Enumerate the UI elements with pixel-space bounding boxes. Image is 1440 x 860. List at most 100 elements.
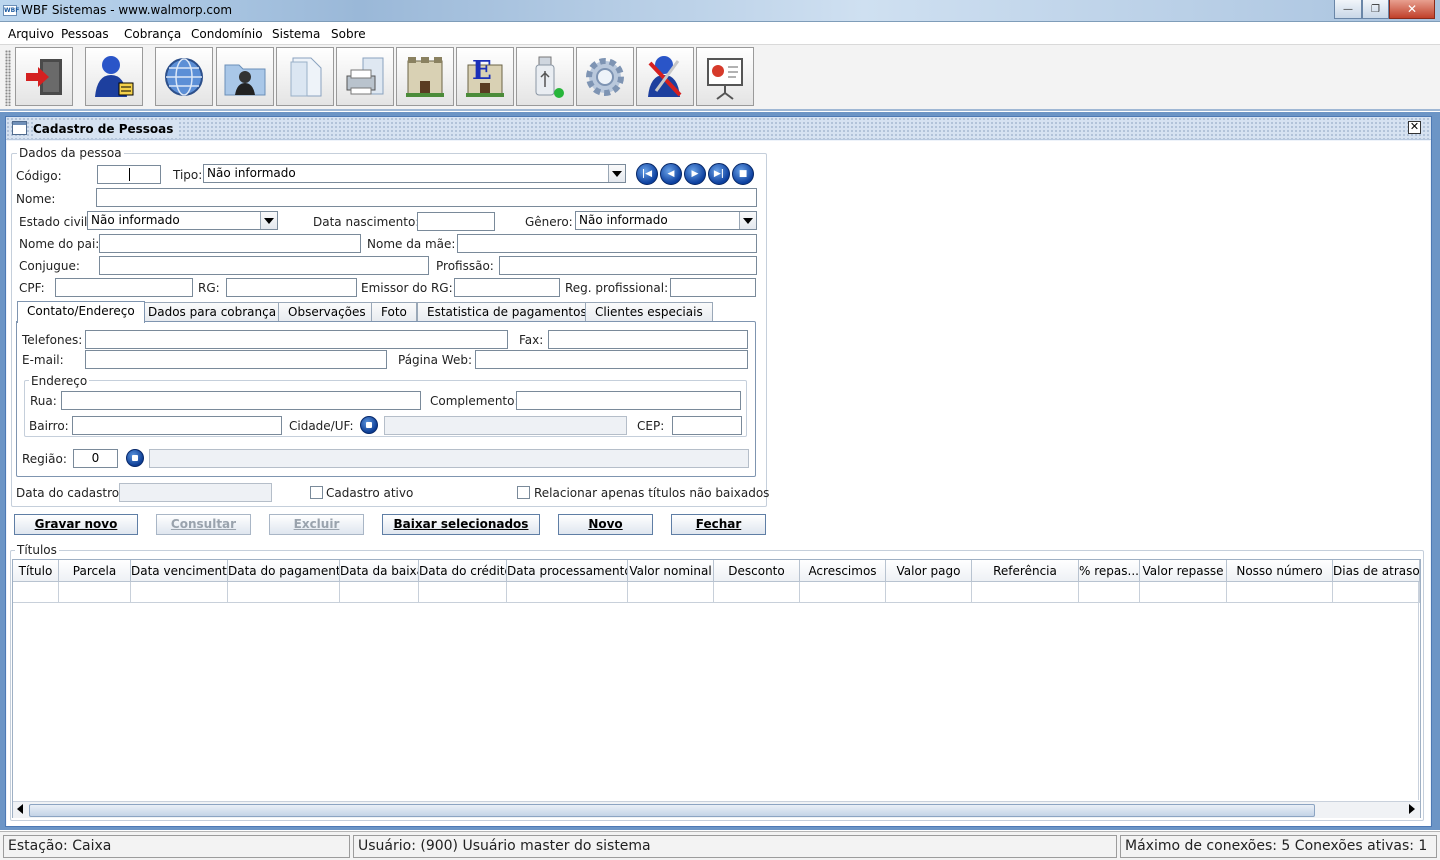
pagina-web-field[interactable] bbox=[475, 350, 748, 369]
telefones-field[interactable] bbox=[85, 330, 508, 349]
gravar-novo-button[interactable]: Gravar novo bbox=[14, 514, 138, 535]
close-window-button[interactable]: ✕ bbox=[1389, 0, 1435, 19]
rua-field[interactable] bbox=[61, 391, 421, 410]
column-header[interactable]: Data vencimento bbox=[131, 560, 228, 582]
table-cell[interactable] bbox=[1333, 582, 1420, 603]
person-folder-button[interactable] bbox=[216, 47, 274, 106]
email-field[interactable] bbox=[85, 350, 387, 369]
exit-button[interactable] bbox=[15, 47, 73, 106]
table-cell[interactable] bbox=[1079, 582, 1140, 603]
bairro-field[interactable] bbox=[72, 416, 282, 435]
cep-field[interactable] bbox=[672, 416, 742, 435]
tab-clientes-especiais[interactable]: Clientes especiais bbox=[585, 302, 713, 322]
table-cell[interactable] bbox=[628, 582, 714, 603]
presentation-button[interactable] bbox=[696, 47, 754, 106]
chevron-down-icon[interactable] bbox=[608, 165, 625, 182]
building-button[interactable] bbox=[396, 47, 454, 106]
frame-title-bar[interactable] bbox=[6, 117, 1431, 140]
horizontal-scrollbar[interactable] bbox=[13, 801, 1420, 818]
cidade-lookup-button[interactable] bbox=[360, 416, 378, 434]
table-cell[interactable] bbox=[340, 582, 419, 603]
toolbar-grip[interactable] bbox=[5, 50, 11, 106]
column-header[interactable]: Referência bbox=[972, 560, 1079, 582]
scroll-left-icon[interactable] bbox=[17, 804, 23, 814]
frame-close-button[interactable]: ✕ bbox=[1408, 121, 1421, 134]
next-record-button[interactable]: ▶ bbox=[684, 163, 706, 185]
column-header[interactable]: % repas... bbox=[1079, 560, 1140, 582]
column-header[interactable]: Valor repasse bbox=[1140, 560, 1227, 582]
table-cell[interactable] bbox=[714, 582, 800, 603]
profissao-field[interactable] bbox=[499, 256, 757, 275]
column-header[interactable]: Parcela bbox=[59, 560, 131, 582]
user-lock-button[interactable] bbox=[85, 47, 143, 106]
printer-button[interactable] bbox=[336, 47, 394, 106]
scrollbar-thumb[interactable] bbox=[29, 804, 1315, 817]
menu-pessoas[interactable]: Pessoas bbox=[61, 27, 109, 41]
table-cell[interactable] bbox=[972, 582, 1079, 603]
conjugue-field[interactable] bbox=[99, 256, 429, 275]
tab-dados-cobranca[interactable]: Dados para cobrança bbox=[138, 302, 287, 322]
regiao-lookup-button[interactable] bbox=[126, 449, 144, 467]
fechar-button[interactable]: Fechar bbox=[671, 514, 766, 535]
table-cell[interactable] bbox=[13, 582, 59, 603]
previous-record-button[interactable]: ◀ bbox=[660, 163, 682, 185]
settings-button[interactable] bbox=[576, 47, 634, 106]
menu-sistema[interactable]: Sistema bbox=[272, 27, 320, 41]
tipo-select[interactable]: Não informado bbox=[203, 164, 626, 183]
excluir-button[interactable]: Excluir bbox=[269, 514, 364, 535]
user-tools-button[interactable] bbox=[636, 47, 694, 106]
titulos-table[interactable]: Título Parcela Data vencimento Data do p… bbox=[12, 559, 1421, 818]
fax-field[interactable] bbox=[548, 330, 748, 349]
table-cell[interactable] bbox=[228, 582, 340, 603]
globe-button[interactable] bbox=[155, 47, 213, 106]
stop-button[interactable]: ■ bbox=[732, 163, 754, 185]
column-header[interactable]: Data da baixa bbox=[340, 560, 419, 582]
nome-mae-field[interactable] bbox=[457, 234, 757, 253]
emissor-rg-field[interactable] bbox=[454, 278, 560, 297]
rg-field[interactable] bbox=[226, 278, 357, 297]
menu-condominio[interactable]: Condomínio bbox=[191, 27, 263, 41]
complemento-field[interactable] bbox=[516, 391, 741, 410]
baixar-selecionados-button[interactable]: Baixar selecionados bbox=[382, 514, 540, 535]
column-header[interactable]: Título bbox=[13, 560, 59, 582]
usb-button[interactable] bbox=[516, 47, 574, 106]
first-record-button[interactable]: |◀ bbox=[636, 163, 658, 185]
table-cell[interactable] bbox=[131, 582, 228, 603]
chevron-down-icon[interactable] bbox=[739, 212, 756, 229]
nome-pai-field[interactable] bbox=[99, 234, 361, 253]
tab-estatistica-pagamentos[interactable]: Estatistica de pagamentos bbox=[417, 302, 597, 322]
novo-button[interactable]: Novo bbox=[558, 514, 653, 535]
tab-contato-endereco[interactable]: Contato/Endereço bbox=[17, 301, 145, 323]
scroll-right-icon[interactable] bbox=[1409, 804, 1415, 814]
relacionar-checkbox[interactable] bbox=[517, 486, 530, 499]
tab-observacoes[interactable]: Observações bbox=[278, 302, 376, 322]
column-header[interactable]: Data do crédito bbox=[419, 560, 507, 582]
column-header[interactable]: Dias de atraso bbox=[1333, 560, 1420, 582]
data-nascimento-field[interactable] bbox=[417, 212, 495, 231]
reg-profissional-field[interactable] bbox=[670, 278, 756, 297]
table-cell[interactable] bbox=[800, 582, 886, 603]
consultar-button[interactable]: Consultar bbox=[156, 514, 251, 535]
document-button[interactable] bbox=[276, 47, 334, 106]
table-cell[interactable] bbox=[1227, 582, 1333, 603]
table-cell[interactable] bbox=[507, 582, 628, 603]
column-header[interactable]: Nosso número bbox=[1227, 560, 1333, 582]
column-header[interactable]: Data processamento bbox=[507, 560, 628, 582]
table-cell[interactable] bbox=[886, 582, 972, 603]
column-header[interactable]: Desconto bbox=[714, 560, 800, 582]
cpf-field[interactable] bbox=[55, 278, 193, 297]
maximize-button[interactable]: ❐ bbox=[1362, 0, 1389, 19]
table-cell[interactable] bbox=[419, 582, 507, 603]
nome-field[interactable] bbox=[96, 188, 757, 207]
tab-foto[interactable]: Foto bbox=[371, 302, 417, 322]
chevron-down-icon[interactable] bbox=[260, 212, 277, 229]
column-header[interactable]: Valor nominal bbox=[628, 560, 714, 582]
menu-cobranca[interactable]: Cobrança bbox=[124, 27, 181, 41]
menu-sobre[interactable]: Sobre bbox=[331, 27, 366, 41]
menu-arquivo[interactable]: Arquivo bbox=[8, 27, 54, 41]
last-record-button[interactable]: ▶| bbox=[708, 163, 730, 185]
table-cell[interactable] bbox=[1140, 582, 1227, 603]
column-header[interactable]: Data do pagamento bbox=[228, 560, 340, 582]
genero-select[interactable]: Não informado bbox=[575, 211, 757, 230]
column-header[interactable]: Acrescimos bbox=[800, 560, 886, 582]
